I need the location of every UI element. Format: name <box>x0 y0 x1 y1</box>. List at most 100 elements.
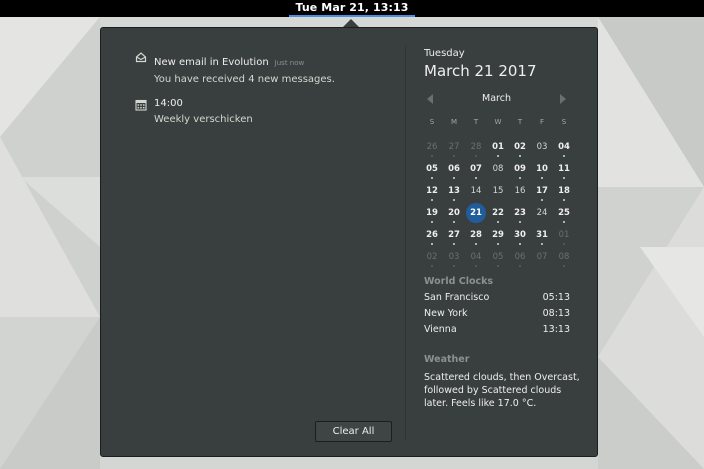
calendar-day[interactable]: 06 <box>443 158 465 180</box>
calendar-day[interactable]: 28 <box>465 224 487 246</box>
calendar-day[interactable]: 23 <box>509 202 531 224</box>
calendar-day[interactable]: 26 <box>421 136 443 158</box>
calendar-day-number: 20 <box>448 208 460 218</box>
event-indicator-dot <box>519 155 521 157</box>
calendar-day[interactable]: 03 <box>443 246 465 268</box>
calendar-day[interactable]: 30 <box>509 224 531 246</box>
calendar-day[interactable]: 11 <box>553 158 575 180</box>
calendar-day[interactable]: 03 <box>531 136 553 158</box>
calendar-day-number: 09 <box>514 164 526 174</box>
calendar-day[interactable]: 02 <box>509 136 531 158</box>
calendar-day-number: 03 <box>448 252 460 262</box>
event-indicator-dot <box>431 177 433 179</box>
next-month-icon[interactable] <box>560 94 566 104</box>
event-indicator-dot <box>519 177 521 179</box>
world-clock-time: 05:13 <box>542 292 570 303</box>
world-clock-city: Vienna <box>424 324 457 335</box>
calendar-day-number: 30 <box>514 230 526 240</box>
event-indicator-dot <box>453 155 455 157</box>
calendar-day[interactable]: 14 <box>465 180 487 202</box>
calendar-day[interactable]: 22 <box>487 202 509 224</box>
weekday-label: T <box>473 118 479 126</box>
world-clock-row: San Francisco 05:13 <box>424 292 570 303</box>
calendar-day-number: 04 <box>558 142 570 152</box>
notification-event[interactable]: 14:00 Weekly verschicken <box>135 98 253 125</box>
clear-all-button[interactable]: Clear All <box>315 421 392 442</box>
calendar-day[interactable]: 26 <box>421 224 443 246</box>
calendar-month: March <box>482 93 511 104</box>
weather-title[interactable]: Weather <box>424 354 469 365</box>
calendar-day[interactable]: 10 <box>531 158 553 180</box>
calendar-day[interactable]: 28 <box>465 136 487 158</box>
event-indicator-dot <box>563 221 565 223</box>
calendar-day-number: 04 <box>470 252 482 262</box>
calendar-popover: New email in Evolution Just now You have … <box>100 27 598 457</box>
weather-forecast: Scattered clouds, then Overcast, followe… <box>424 372 580 409</box>
calendar-day[interactable]: 07 <box>465 158 487 180</box>
event-indicator-dot <box>453 177 455 179</box>
calendar-day[interactable]: 04 <box>465 246 487 268</box>
calendar-day[interactable]: 07 <box>531 246 553 268</box>
calendar-day[interactable]: 19 <box>421 202 443 224</box>
calendar-day-number: 15 <box>492 186 504 196</box>
calendar-day[interactable]: 04 <box>553 136 575 158</box>
event-indicator-dot <box>431 243 433 245</box>
calendar-day-number: 05 <box>492 252 504 262</box>
world-clock-city: San Francisco <box>424 292 490 303</box>
calendar-day[interactable]: 06 <box>509 246 531 268</box>
calendar-day-number: 14 <box>470 186 482 196</box>
calendar-day-number: 01 <box>558 230 570 240</box>
top-bar: Tue Mar 21, 13:13 <box>0 0 704 17</box>
calendar-day[interactable]: 05 <box>421 158 443 180</box>
calendar-day-number: 23 <box>514 208 526 218</box>
event-indicator-dot <box>563 199 565 201</box>
calendar-day-number: 27 <box>448 230 460 240</box>
event-indicator-dot <box>563 243 565 245</box>
event-indicator-dot <box>497 243 499 245</box>
calendar-day[interactable]: 16 <box>509 180 531 202</box>
calendar-day[interactable]: 20 <box>443 202 465 224</box>
weekday-label: S <box>561 118 567 126</box>
calendar-day[interactable]: 08 <box>487 158 509 180</box>
calendar-day[interactable]: 24 <box>531 202 553 224</box>
calendar-day-number: 06 <box>448 164 460 174</box>
event-indicator-dot <box>453 221 455 223</box>
calendar-day[interactable]: 13 <box>443 180 465 202</box>
calendar-day[interactable]: 02 <box>421 246 443 268</box>
calendar-header: March <box>424 92 574 106</box>
world-clocks-title[interactable]: World Clocks <box>424 276 493 287</box>
calendar-day-number: 21 <box>470 208 482 218</box>
calendar-day[interactable]: 01 <box>487 136 509 158</box>
event-indicator-dot <box>431 155 433 157</box>
world-clock-row: New York 08:13 <box>424 308 570 319</box>
event-indicator-dot <box>519 221 521 223</box>
calendar-day[interactable]: 27 <box>443 136 465 158</box>
calendar-day[interactable]: 25 <box>553 202 575 224</box>
world-clock-row: Vienna 13:13 <box>424 324 570 335</box>
calendar-day-number: 02 <box>426 252 438 262</box>
notification-email[interactable]: New email in Evolution Just now You have … <box>135 50 335 85</box>
calendar-day[interactable]: 05 <box>487 246 509 268</box>
calendar-day-number: 29 <box>492 230 504 240</box>
calendar-day[interactable]: 17 <box>531 180 553 202</box>
calendar-day[interactable]: 12 <box>421 180 443 202</box>
calendar-day[interactable]: 27 <box>443 224 465 246</box>
event-indicator-dot <box>475 155 477 157</box>
event-indicator-dot <box>475 265 477 267</box>
calendar-day[interactable]: 18 <box>553 180 575 202</box>
calendar-day-today[interactable]: 21 <box>466 203 486 223</box>
calendar-day[interactable]: 29 <box>487 224 509 246</box>
calendar-day-number: 06 <box>514 252 526 262</box>
event-indicator-dot <box>541 177 543 179</box>
event-indicator-dot <box>519 265 521 267</box>
calendar-day-number: 22 <box>492 208 504 218</box>
calendar-day[interactable]: 01 <box>553 224 575 246</box>
notification-body: You have received 4 new messages. <box>154 74 335 85</box>
clock-button[interactable]: Tue Mar 21, 13:13 <box>289 0 415 17</box>
calendar-day[interactable]: 09 <box>509 158 531 180</box>
calendar-day[interactable]: 31 <box>531 224 553 246</box>
calendar-day[interactable]: 15 <box>487 180 509 202</box>
calendar-day[interactable]: 08 <box>553 246 575 268</box>
event-indicator-dot <box>431 265 433 267</box>
popover-divider <box>405 46 406 441</box>
